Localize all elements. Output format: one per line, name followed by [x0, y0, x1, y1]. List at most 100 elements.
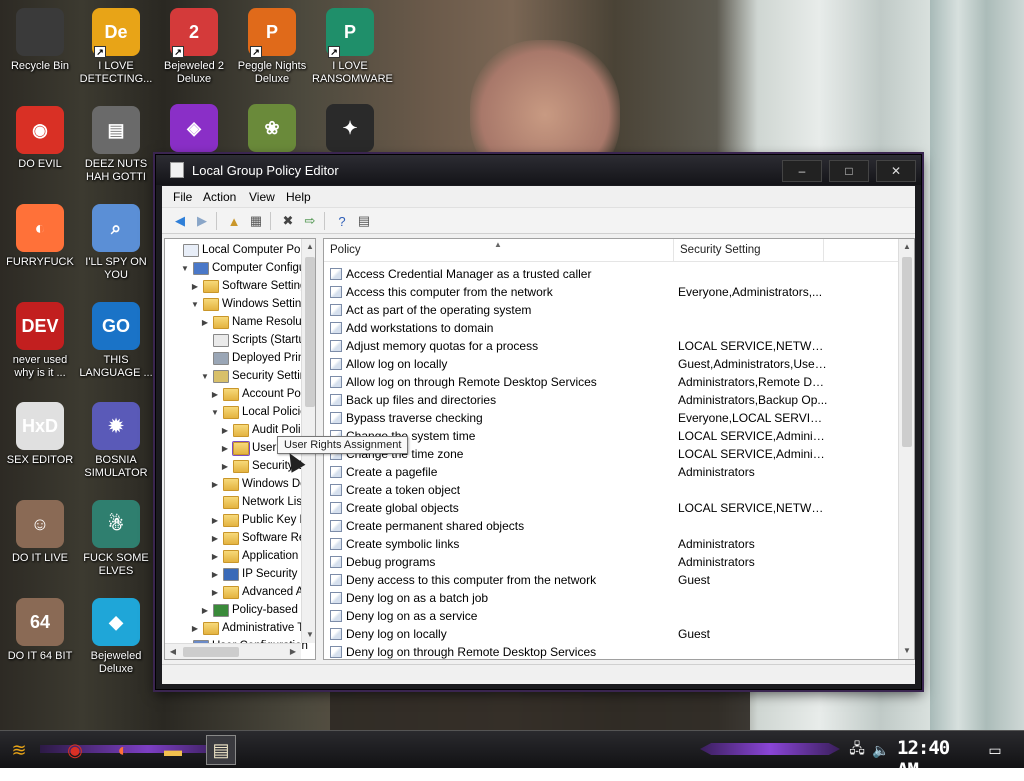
tree-item[interactable]: ▼ Windows Settings — [189, 295, 313, 313]
tree-item[interactable]: ▶Name Resolution Policy — [199, 313, 315, 331]
tree-item[interactable]: ▶IP Security Policies — [209, 565, 315, 583]
tree-item[interactable]: ▶ Policy-based QoS — [199, 601, 315, 619]
collapse-arrow-icon[interactable]: ▼ — [199, 372, 211, 381]
desktop-icon[interactable]: ◉ DO EVIL — [2, 106, 78, 171]
expand-arrow-icon[interactable]: ▶ — [209, 588, 221, 597]
policy-row[interactable]: Change the system time LOCAL SERVICE,Admi… — [324, 427, 898, 445]
expand-arrow-icon[interactable]: ▶ — [189, 624, 201, 633]
tree-item[interactable]: ▼ Security Settings — [199, 367, 315, 385]
scroll-down-arrow-icon[interactable]: ▼ — [302, 627, 315, 643]
expand-arrow-icon[interactable]: ▶ — [209, 516, 221, 525]
tree-item[interactable]: ▶Public Key Policies — [209, 511, 315, 529]
desktop-icon[interactable]: ⌕ I'LL SPY ON YOU — [78, 204, 154, 282]
tree-item[interactable]: ▶Account Policies — [209, 385, 315, 403]
desktop-icon[interactable]: P ↗ Peggle Nights Deluxe — [234, 8, 310, 86]
policy-row[interactable]: Back up files and directories Administrat… — [324, 391, 898, 409]
tree-hscroll-thumb[interactable] — [183, 647, 239, 657]
collapse-arrow-icon[interactable]: ▼ — [209, 408, 221, 417]
desktop-icon[interactable]: ❀ — [234, 104, 310, 156]
menu-file[interactable]: File — [173, 190, 192, 204]
menu-action[interactable]: Action — [203, 190, 236, 204]
desktop-icon[interactable]: ✦ — [312, 104, 388, 156]
tree-scroll-thumb[interactable] — [305, 257, 315, 407]
desktop-icon[interactable]: ◐ FURRYFUCK — [2, 204, 78, 269]
collapse-arrow-icon[interactable]: ▼ — [189, 300, 201, 309]
policy-row[interactable]: Allow log on locally Guest,Administrators… — [324, 355, 898, 373]
policy-row[interactable]: Create a token object — [324, 481, 898, 499]
expand-arrow-icon[interactable]: ▶ — [199, 606, 211, 615]
properties-icon[interactable]: ▤ — [354, 212, 374, 230]
tree-item[interactable]: Local Computer Policy — [169, 241, 315, 259]
policy-row[interactable]: Deny access to this computer from the ne… — [324, 571, 898, 589]
list-scroll-thumb[interactable] — [902, 257, 912, 447]
tree-item[interactable]: ▶Administrative Templates — [189, 619, 315, 637]
volume-icon[interactable]: 🔈 — [866, 735, 896, 765]
expand-arrow-icon[interactable]: ▶ — [209, 390, 221, 399]
desktop-icon[interactable]: De ↗ I LOVE DETECTING... — [78, 8, 154, 86]
expand-arrow-icon[interactable]: ▶ — [209, 534, 221, 543]
desktop-icon[interactable]: DEV never used why is it ... — [2, 302, 78, 380]
policy-row[interactable]: Change the time zone LOCAL SERVICE,Admini… — [324, 445, 898, 463]
file-explorer-icon[interactable]: ▬ — [158, 735, 188, 765]
policy-row[interactable]: Deny log on as a service — [324, 607, 898, 625]
desktop-icon[interactable]: ▤ DEEZ NUTS HAH GOTTI — [78, 106, 154, 184]
taskbar-clock[interactable]: 12:40 AM — [897, 737, 967, 781]
desktop-icon[interactable]: P ↗ I LOVE RANSOMWARE — [312, 8, 393, 86]
desktop-icon[interactable]: ✹ BOSNIA SIMULATOR — [78, 402, 154, 480]
menu-view[interactable]: View — [249, 190, 275, 204]
menu-help[interactable]: Help — [286, 190, 311, 204]
column-header-security-setting[interactable]: Security Setting — [674, 239, 824, 262]
list-vertical-scrollbar[interactable]: ▲ ▼ — [898, 239, 914, 659]
tree-item[interactable]: ▶ Software Settings — [189, 277, 312, 295]
policy-row[interactable]: Create symbolic links Administrators — [324, 535, 898, 553]
expand-arrow-icon[interactable]: ▶ — [209, 480, 221, 489]
export-list-icon[interactable]: ⇨ — [300, 212, 320, 230]
scroll-left-arrow-icon[interactable]: ◀ — [165, 644, 181, 659]
policy-row[interactable]: Deny log on as a batch job — [324, 589, 898, 607]
expand-arrow-icon[interactable]: ▶ — [199, 318, 211, 327]
tree-item[interactable]: ▶Advanced Audit Policy — [209, 583, 315, 601]
back-arrow-icon[interactable]: ◀ — [170, 212, 190, 230]
desktop-icon[interactable]: GO THIS LANGUAGE ... — [78, 302, 154, 380]
scroll-down-arrow-icon[interactable]: ▼ — [899, 643, 914, 659]
policy-row[interactable]: Act as part of the operating system — [324, 301, 898, 319]
tree-item[interactable]: ▶Application Control — [209, 547, 315, 565]
forward-arrow-icon[interactable]: ▶ — [192, 212, 212, 230]
desktop-icon[interactable]: 2 ↗ Bejeweled 2 Deluxe — [156, 8, 232, 86]
tree-item[interactable]: ▼Computer Configuration — [179, 259, 315, 277]
collapse-arrow-icon[interactable]: ▼ — [179, 264, 191, 273]
group-policy-window[interactable]: Local Group Policy Editor – □ ✕ File Act… — [155, 154, 922, 690]
scroll-up-arrow-icon[interactable]: ▲ — [899, 239, 914, 255]
desktop-icon[interactable]: HxD SEX EDITOR — [2, 402, 78, 467]
window-titlebar[interactable]: Local Group Policy Editor – □ ✕ — [156, 155, 921, 185]
expand-arrow-icon[interactable]: ▶ — [209, 570, 221, 579]
desktop-icon[interactable]: ☃ FUCK SOME ELVES — [78, 500, 154, 578]
tree-item[interactable]: Deployed Printers — [199, 349, 315, 367]
close-button[interactable]: ✕ — [876, 160, 916, 182]
delete-icon[interactable]: ✖ — [278, 212, 298, 230]
policy-list-pane[interactable]: Policy ▲ Security Setting Access Credent… — [323, 238, 915, 660]
policy-row[interactable]: Deny log on through Remote Desktop Servi… — [324, 643, 898, 659]
notification-center-icon[interactable]: ▭ — [980, 735, 1010, 765]
desktop-icon[interactable]: ☺ DO IT LIVE — [2, 500, 78, 565]
policy-row[interactable]: Access this computer from the network Eve… — [324, 283, 898, 301]
tree-item[interactable]: Network List Manager — [209, 493, 315, 511]
expand-arrow-icon[interactable]: ▶ — [209, 552, 221, 561]
tree-item[interactable]: Scripts (Startup/Shutdown) — [199, 331, 315, 349]
policy-row[interactable]: Access Credential Manager as a trusted c… — [324, 265, 898, 283]
start-logo-icon[interactable]: ≋ — [4, 735, 34, 765]
expand-arrow-icon[interactable]: ▶ — [219, 426, 231, 435]
chrome-icon[interactable]: ◉ — [60, 735, 90, 765]
tree-item[interactable]: ▶Windows Defender Firewall — [209, 475, 315, 493]
scroll-right-arrow-icon[interactable]: ▶ — [285, 644, 301, 659]
policy-row[interactable]: Add workstations to domain — [324, 319, 898, 337]
up-folder-icon[interactable]: ▲ — [224, 212, 244, 230]
maximize-button[interactable]: □ — [829, 160, 869, 182]
desktop-icon[interactable]: 64 DO IT 64 BIT — [2, 598, 78, 663]
policy-row[interactable]: Bypass traverse checking Everyone,LOCAL S… — [324, 409, 898, 427]
desktop-icon[interactable]: ◈ — [156, 104, 232, 156]
policy-row[interactable]: Adjust memory quotas for a process LOCAL … — [324, 337, 898, 355]
policy-row[interactable]: Allow log on through Remote Desktop Serv… — [324, 373, 898, 391]
policy-row[interactable]: Create global objects LOCAL SERVICE,NETWO… — [324, 499, 898, 517]
help-icon[interactable]: ? — [332, 212, 352, 230]
